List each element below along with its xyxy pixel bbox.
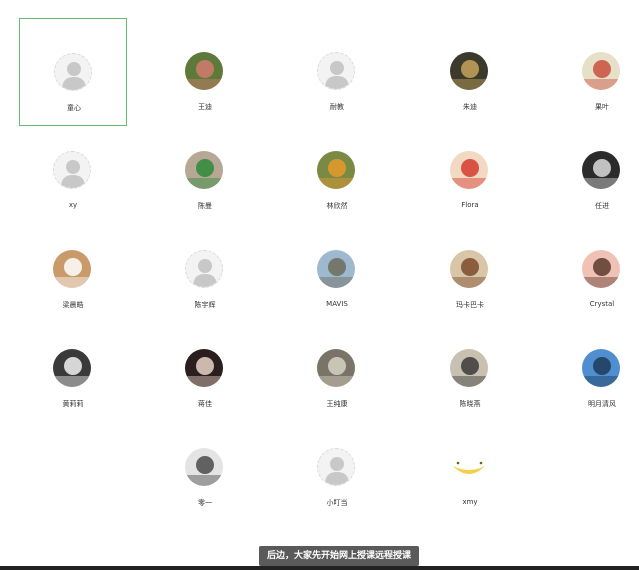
bottom-divider [0,566,639,570]
participant-tile[interactable]: 朱迪 [416,18,524,126]
participant-tile[interactable]: 梁晨皓 [19,216,127,324]
photo-plush-toy-icon [185,52,223,90]
participant-name: 梁晨皓 [62,301,84,309]
default-person-icon [185,250,223,288]
participant-tile[interactable]: xy [19,117,127,225]
participant-name: 任进 [595,202,609,210]
photo-bw-art-icon [185,448,223,486]
meeting-gallery-view: 童心 王迪 耐教 朱迪 果叶 xy 陈曼 林欣然 Flora 任进梁晨皓 陈宇辉 MAVIS 玛卡巴卡 C… [0,0,639,570]
participant-name: 王迪 [198,103,212,111]
participant-tile[interactable]: xmy [416,414,524,522]
photo-dark-scene-icon [582,151,620,189]
participant-tile[interactable]: MAVIS [283,216,391,324]
participant-tile[interactable]: Crystal [548,216,639,324]
participant-name: 耐教 [330,103,344,111]
participant-name: 明月清风 [588,400,616,408]
participant-grid: 童心 王迪 耐教 朱迪 果叶 xy 陈曼 林欣然 Flora 任进梁晨皓 陈宇辉 MAVIS 玛卡巴卡 C… [0,0,639,570]
photo-green-bag-icon [185,151,223,189]
participant-name: 黄莉莉 [62,400,84,408]
participant-name: xy [68,201,78,209]
participant-name: 童心 [67,104,81,112]
photo-tree-icon [317,250,355,288]
participant-tile[interactable]: 林欣然 [283,117,391,225]
participant-tile[interactable]: 任进 [548,117,639,225]
photo-lake-icon [582,349,620,387]
default-person-icon [317,448,355,486]
photo-banana-icon [450,448,488,486]
participant-tile[interactable]: 玛卡巴卡 [416,216,524,324]
photo-street-person-icon [450,349,488,387]
participant-name: 陈宇辉 [194,301,216,309]
participant-name: xmy [462,498,478,506]
participant-tile[interactable]: 果叶 [548,18,639,126]
default-person-icon [317,52,355,90]
photo-autumn-icon [450,250,488,288]
participant-tile[interactable]: 蒋佳 [151,315,259,423]
photo-woman-suit-icon [185,349,223,387]
participant-tile[interactable]: 黄莉莉 [19,315,127,423]
participant-tile[interactable]: 小叮当 [283,414,391,522]
participant-tile[interactable]: 王纯康 [283,315,391,423]
participant-tile[interactable]: 陈宇辉 [151,216,259,324]
participant-name: 零一 [198,499,212,507]
participant-tile[interactable]: 明月清风 [548,315,639,423]
participant-name: Crystal [589,300,615,308]
photo-flowers-icon [582,52,620,90]
participant-name: 果叶 [595,103,609,111]
photo-sunset-icon [317,151,355,189]
participant-tile[interactable]: 零一 [151,414,259,522]
subtitle-caption: 后边，大家先开始网上授课远程授课 [259,546,420,566]
photo-portrait-icon [582,250,620,288]
participant-name: 蒋佳 [198,400,212,408]
participant-tile[interactable]: 陈晓燕 [416,315,524,423]
participant-tile[interactable]: 童心 [19,18,127,126]
photo-cat-icon [317,349,355,387]
participant-name: 玛卡巴卡 [456,301,484,309]
participant-tile[interactable]: 耐教 [283,18,391,126]
participant-name: Flora [461,201,479,209]
photo-cartoon-icon [450,151,488,189]
default-person-icon [53,151,91,189]
participant-name: 陈曼 [198,202,212,210]
participant-name: MAVIS [326,300,348,308]
photo-corgi-icon [53,250,91,288]
participant-name: 王纯康 [326,400,348,408]
photo-woman-icon [53,349,91,387]
participant-name: 朱迪 [463,103,477,111]
participant-name: 小叮当 [326,499,348,507]
participant-tile[interactable]: Flora [416,117,524,225]
photo-street-icon [450,52,488,90]
participant-name: 林欣然 [326,202,348,210]
participant-tile[interactable]: 陈曼 [151,117,259,225]
default-person-icon [54,53,92,91]
participant-name: 陈晓燕 [459,400,481,408]
participant-tile[interactable]: 王迪 [151,18,259,126]
